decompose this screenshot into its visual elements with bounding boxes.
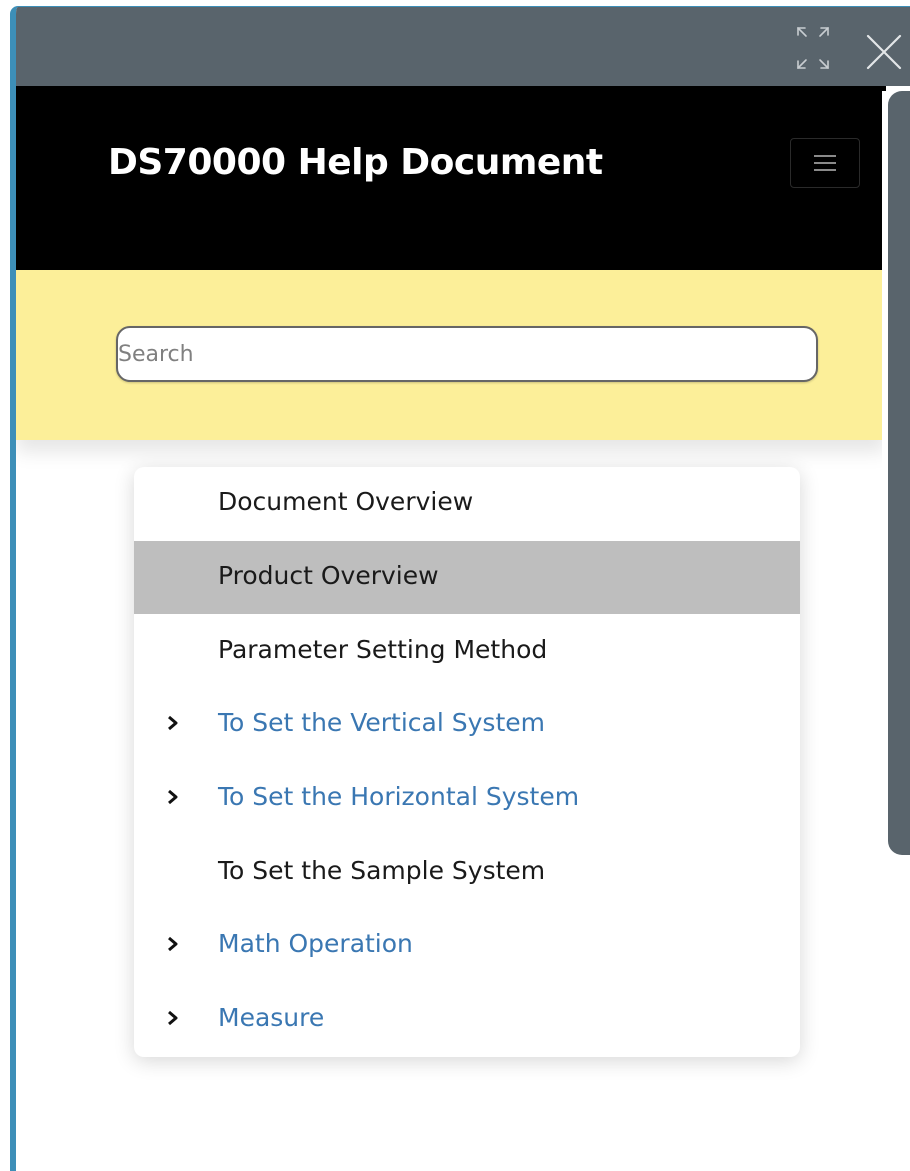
window-titlebar[interactable] xyxy=(16,7,910,86)
vertical-scrollbar[interactable] xyxy=(882,91,910,1171)
chevron-right-icon[interactable] xyxy=(166,1009,180,1027)
nav-item-vertical-system[interactable]: To Set the Vertical System xyxy=(134,688,800,761)
nav-item-math-operation[interactable]: Math Operation xyxy=(134,909,800,982)
chevron-right-icon[interactable] xyxy=(166,788,180,806)
nav-item-label: Measure xyxy=(218,1003,325,1032)
chevron-right-icon[interactable] xyxy=(166,714,180,732)
nav-item-label: To Set the Sample System xyxy=(218,856,546,885)
nav-item-label: To Set the Vertical System xyxy=(218,708,545,737)
nav-item-measure[interactable]: Measure xyxy=(134,983,800,1056)
search-area xyxy=(16,270,886,440)
page-title: DS70000 Help Document xyxy=(108,142,603,183)
help-header: DS70000 Help Document xyxy=(16,86,886,270)
navigation-menu: Document Overview Product Overview Param… xyxy=(134,467,800,1057)
scrollbar-thumb[interactable] xyxy=(888,91,910,855)
nav-item-label: Document Overview xyxy=(218,487,474,516)
help-window: DS70000 Help Document Document Overview … xyxy=(10,6,910,1171)
hamburger-menu-icon xyxy=(814,155,836,171)
nav-item-label: Math Operation xyxy=(218,929,413,958)
expand-arrows-icon[interactable] xyxy=(792,24,834,72)
nav-item-product-overview[interactable]: Product Overview xyxy=(134,541,800,614)
nav-item-sample-system[interactable]: To Set the Sample System xyxy=(134,836,800,909)
search-input[interactable] xyxy=(116,326,818,382)
close-icon[interactable] xyxy=(866,34,902,70)
nav-item-document-overview[interactable]: Document Overview xyxy=(134,467,800,540)
nav-item-label: Parameter Setting Method xyxy=(218,635,548,664)
nav-item-parameter-setting-method[interactable]: Parameter Setting Method xyxy=(134,615,800,688)
nav-item-horizontal-system[interactable]: To Set the Horizontal System xyxy=(134,762,800,835)
nav-item-label: To Set the Horizontal System xyxy=(218,782,580,811)
menu-button[interactable] xyxy=(790,138,860,188)
nav-item-label: Product Overview xyxy=(218,561,439,590)
chevron-right-icon[interactable] xyxy=(166,935,180,953)
